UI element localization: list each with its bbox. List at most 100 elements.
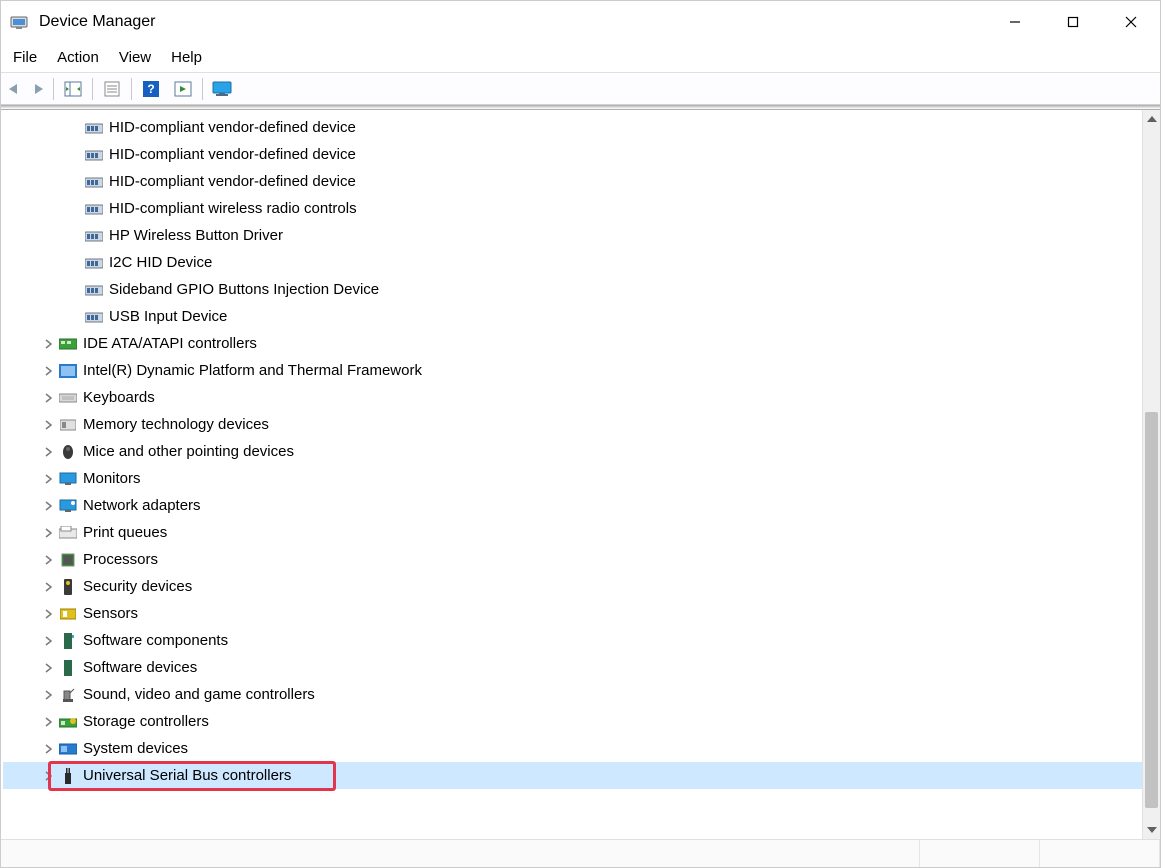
close-button[interactable]: [1102, 1, 1160, 43]
expand-icon[interactable]: [43, 635, 55, 647]
category-icon: [59, 470, 77, 488]
category-label: Monitors: [83, 470, 141, 487]
vertical-scrollbar[interactable]: [1142, 110, 1160, 839]
category-label: System devices: [83, 740, 188, 757]
expand-icon[interactable]: [43, 527, 55, 539]
device-category[interactable]: Storage controllers: [3, 708, 1142, 735]
expand-icon[interactable]: [43, 500, 55, 512]
expand-icon[interactable]: [43, 581, 55, 593]
back-button[interactable]: [3, 76, 25, 102]
hid-device-icon: [85, 281, 103, 299]
category-icon: [59, 605, 77, 623]
device-category[interactable]: System devices: [3, 735, 1142, 762]
hid-device-icon: [85, 173, 103, 191]
expand-icon[interactable]: [43, 365, 55, 377]
device-category[interactable]: Software devices: [3, 654, 1142, 681]
device-leaf[interactable]: HID-compliant wireless radio controls: [3, 195, 1142, 222]
scroll-up-icon[interactable]: [1143, 110, 1160, 128]
category-label: Network adapters: [83, 497, 201, 514]
category-label: Mice and other pointing devices: [83, 443, 294, 460]
device-category[interactable]: Print queues: [3, 519, 1142, 546]
category-label: Memory technology devices: [83, 416, 269, 433]
category-label: Storage controllers: [83, 713, 209, 730]
device-category[interactable]: Sensors: [3, 600, 1142, 627]
expand-icon[interactable]: [43, 473, 55, 485]
expand-icon[interactable]: [43, 716, 55, 728]
statusbar: [1, 839, 1160, 867]
device-label: I2C HID Device: [109, 254, 212, 271]
device-label: HID-compliant vendor-defined device: [109, 119, 356, 136]
device-category[interactable]: Mice and other pointing devices: [3, 438, 1142, 465]
device-tree[interactable]: HID-compliant vendor-defined device HID-c…: [1, 110, 1142, 839]
scroll-down-icon[interactable]: [1143, 821, 1160, 839]
window-title: Device Manager: [39, 13, 156, 31]
device-label: HP Wireless Button Driver: [109, 227, 283, 244]
device-label: Sideband GPIO Buttons Injection Device: [109, 281, 379, 298]
device-category[interactable]: Memory technology devices: [3, 411, 1142, 438]
category-icon: [59, 524, 77, 542]
device-category[interactable]: Universal Serial Bus controllers: [3, 762, 1142, 789]
expand-icon[interactable]: [43, 770, 55, 782]
device-leaf[interactable]: HID-compliant vendor-defined device: [3, 141, 1142, 168]
category-label: Keyboards: [83, 389, 155, 406]
scroll-thumb[interactable]: [1145, 412, 1158, 808]
category-icon: [59, 686, 77, 704]
device-leaf[interactable]: I2C HID Device: [3, 249, 1142, 276]
device-category[interactable]: Sound, video and game controllers: [3, 681, 1142, 708]
hid-device-icon: [85, 254, 103, 272]
menu-view[interactable]: View: [113, 45, 165, 70]
minimize-button[interactable]: [986, 1, 1044, 43]
device-leaf[interactable]: HID-compliant vendor-defined device: [3, 114, 1142, 141]
scan-hardware-button[interactable]: [168, 76, 198, 102]
category-label: IDE ATA/ATAPI controllers: [83, 335, 257, 352]
expand-icon[interactable]: [43, 419, 55, 431]
expand-icon[interactable]: [43, 608, 55, 620]
menu-action[interactable]: Action: [51, 45, 113, 70]
forward-button[interactable]: [27, 76, 49, 102]
device-leaf[interactable]: Sideband GPIO Buttons Injection Device: [3, 276, 1142, 303]
menu-help[interactable]: Help: [165, 45, 216, 70]
category-label: Software components: [83, 632, 228, 649]
category-icon: [59, 632, 77, 650]
category-icon: [59, 443, 77, 461]
properties-button[interactable]: [97, 76, 127, 102]
device-leaf[interactable]: HID-compliant vendor-defined device: [3, 168, 1142, 195]
category-icon: [59, 416, 77, 434]
device-label: HID-compliant vendor-defined device: [109, 173, 356, 190]
device-category[interactable]: Processors: [3, 546, 1142, 573]
category-icon: [59, 335, 77, 353]
expand-icon[interactable]: [43, 689, 55, 701]
device-category[interactable]: Intel(R) Dynamic Platform and Thermal Fr…: [3, 357, 1142, 384]
device-category[interactable]: Software components: [3, 627, 1142, 654]
device-category[interactable]: IDE ATA/ATAPI controllers: [3, 330, 1142, 357]
device-category[interactable]: Network adapters: [3, 492, 1142, 519]
hid-device-icon: [85, 146, 103, 164]
monitor-button[interactable]: [207, 76, 237, 102]
device-leaf[interactable]: USB Input Device: [3, 303, 1142, 330]
expand-icon[interactable]: [43, 338, 55, 350]
category-icon: [59, 767, 77, 785]
device-category[interactable]: Security devices: [3, 573, 1142, 600]
expand-icon[interactable]: [43, 446, 55, 458]
hid-device-icon: [85, 227, 103, 245]
titlebar: Device Manager: [1, 1, 1160, 43]
category-label: Processors: [83, 551, 158, 568]
device-tree-area: HID-compliant vendor-defined device HID-c…: [1, 109, 1160, 839]
show-hide-tree-button[interactable]: [58, 76, 88, 102]
expand-icon[interactable]: [43, 743, 55, 755]
hid-device-icon: [85, 308, 103, 326]
category-label: Sensors: [83, 605, 138, 622]
device-leaf[interactable]: HP Wireless Button Driver: [3, 222, 1142, 249]
device-category[interactable]: Monitors: [3, 465, 1142, 492]
device-category[interactable]: Keyboards: [3, 384, 1142, 411]
menu-file[interactable]: File: [7, 45, 51, 70]
category-icon: [59, 362, 77, 380]
device-label: HID-compliant vendor-defined device: [109, 146, 356, 163]
expand-icon[interactable]: [43, 554, 55, 566]
category-icon: [59, 497, 77, 515]
maximize-button[interactable]: [1044, 1, 1102, 43]
expand-icon[interactable]: [43, 662, 55, 674]
help-button[interactable]: ?: [136, 76, 166, 102]
category-label: Intel(R) Dynamic Platform and Thermal Fr…: [83, 362, 422, 379]
expand-icon[interactable]: [43, 392, 55, 404]
